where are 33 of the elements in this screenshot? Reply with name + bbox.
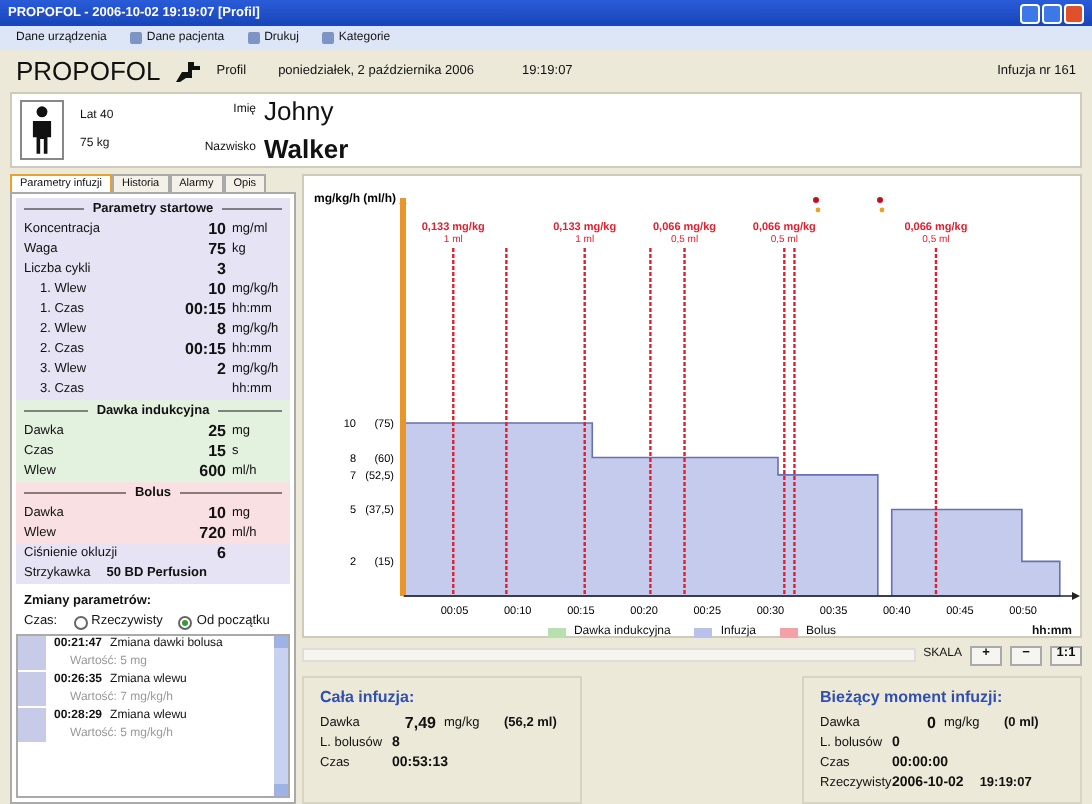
first-name: Johny (264, 93, 334, 130)
field-value: 10 (208, 504, 226, 522)
field-value: 6 (217, 544, 226, 562)
field-value: 10 (208, 220, 226, 238)
last-name: Walker (264, 132, 349, 168)
person-icon (20, 100, 64, 160)
panel-title: Bieżący moment infuzji: (820, 686, 1005, 710)
field-value: 8 (217, 320, 226, 338)
field-value: 600 (199, 462, 226, 480)
radio-button[interactable] (178, 615, 193, 630)
field-value: 720 (199, 524, 226, 542)
change-marker (18, 707, 46, 742)
field-value: 10 (208, 280, 226, 298)
panel-title: Cała infuzja: (320, 686, 417, 710)
close-button[interactable] (1064, 3, 1084, 23)
field-value: 7,49 (402, 712, 436, 736)
field-value: 00:15 (185, 340, 226, 358)
field-value: 15 (208, 442, 226, 460)
change-marker (18, 671, 46, 706)
field-value: 00:15 (185, 300, 226, 318)
field-value: 75 (208, 240, 226, 258)
change-marker (18, 635, 46, 670)
field-value: 2 (217, 360, 226, 378)
radio-button[interactable] (73, 615, 88, 630)
scrollbar[interactable] (274, 635, 288, 796)
alarm-marker-icon (813, 197, 821, 213)
field-value: 25 (208, 422, 226, 440)
field-value: 3 (217, 260, 226, 278)
field-value: 0 (925, 712, 936, 736)
drug-name: PROPOFOL (16, 53, 161, 90)
alarm-marker-icon (877, 197, 885, 213)
horizontal-scrollbar[interactable] (302, 648, 916, 662)
profile-steps-icon (176, 61, 201, 81)
